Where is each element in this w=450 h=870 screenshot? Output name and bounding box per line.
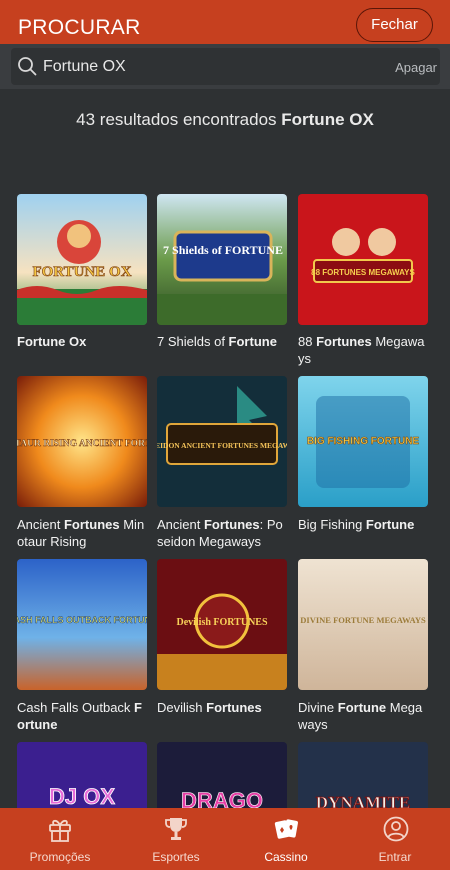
game-tile-big-fishing[interactable]: BIG FISHING FORTUNE bbox=[298, 376, 428, 507]
game-name-part: 88 bbox=[298, 334, 317, 349]
nav-item-entrar[interactable]: Entrar bbox=[350, 808, 440, 870]
game-name-7-shields[interactable]: 7 Shields of Fortune bbox=[157, 333, 289, 350]
game-name-part: Ancient bbox=[157, 517, 204, 532]
game-art-divine: DIVINE FORTUNE MEGAWAYS bbox=[298, 559, 428, 690]
game-art-88-fortunes: 88 FORTUNES MEGAWAYS bbox=[298, 194, 428, 325]
game-name-cash-falls[interactable]: Cash Falls Outback Fortune bbox=[17, 699, 149, 733]
game-name-match: Fortune bbox=[337, 700, 387, 715]
game-art-text: MINOTAUR RISING ANCIENT FORTUNES bbox=[17, 439, 147, 449]
game-name-part: Devilish bbox=[157, 700, 207, 715]
game-art-text: FORTUNE OX bbox=[32, 264, 131, 280]
trophy-icon bbox=[165, 818, 187, 840]
game-art-text: DJ OX bbox=[49, 784, 115, 809]
gift-icon bbox=[49, 819, 71, 842]
nav-item-promocoes[interactable]: Promoções bbox=[15, 808, 105, 870]
game-tile-poseidon[interactable]: POSEIDON ANCIENT FORTUNES MEGAWAYS bbox=[157, 376, 287, 507]
game-tile-7-shields[interactable]: 7 Shields of FORTUNE bbox=[157, 194, 287, 325]
nav-label: Promoções bbox=[29, 850, 91, 864]
game-art-devilish: Devilish FORTUNES bbox=[157, 559, 287, 690]
game-name-match: Fortune bbox=[228, 334, 277, 349]
game-art-big-fishing: BIG FISHING FORTUNE bbox=[298, 376, 428, 507]
game-tile-divine-fortune[interactable]: DIVINE FORTUNE MEGAWAYS bbox=[298, 559, 428, 690]
game-grid: FORTUNE OX 7 Shields of FORTUNE 88 FORTU… bbox=[0, 0, 450, 870]
game-name-match: Fortune bbox=[365, 517, 415, 532]
bottom-nav: Promoções Esportes Cassino Entrar bbox=[0, 808, 450, 870]
game-art-poseidon: POSEIDON ANCIENT FORTUNES MEGAWAYS bbox=[157, 376, 287, 507]
cards-icon bbox=[274, 819, 298, 839]
game-name-divine-fortune[interactable]: Divine Fortune Megaways bbox=[298, 699, 430, 733]
game-art-7-shields: 7 Shields of FORTUNE bbox=[157, 194, 287, 325]
game-art-text: 88 FORTUNES MEGAWAYS bbox=[311, 268, 415, 277]
game-art-text: CASH FALLS OUTBACK FORTUNE bbox=[17, 615, 147, 625]
game-name-minotaur-rising[interactable]: Ancient Fortunes Minotaur Rising bbox=[17, 516, 149, 550]
game-name-devilish-fortunes[interactable]: Devilish Fortunes bbox=[157, 699, 289, 716]
nav-label: Entrar bbox=[378, 850, 412, 864]
game-tile-cash-falls[interactable]: CASH FALLS OUTBACK FORTUNE bbox=[17, 559, 147, 690]
game-name-match: Fortune bbox=[17, 334, 66, 349]
game-name-part: 7 Shields of bbox=[157, 334, 229, 349]
game-art-fortune-ox: FORTUNE OX bbox=[17, 194, 147, 325]
game-art-text: BIG FISHING FORTUNE bbox=[307, 436, 420, 447]
game-tile-minotaur-rising[interactable]: MINOTAUR RISING ANCIENT FORTUNES bbox=[17, 376, 147, 507]
user-icon bbox=[383, 816, 409, 842]
game-name-part: Ancient bbox=[17, 517, 64, 532]
nav-item-cassino[interactable]: Cassino bbox=[241, 808, 331, 870]
game-name-part: Divine bbox=[298, 700, 338, 715]
game-name-88-fortunes[interactable]: 88 Fortunes Megaways bbox=[298, 333, 430, 367]
game-name-fortune-ox[interactable]: Fortune Ox bbox=[17, 333, 149, 350]
game-art-text: POSEIDON ANCIENT FORTUNES MEGAWAYS bbox=[157, 441, 287, 450]
game-art-minotaur: MINOTAUR RISING ANCIENT FORTUNES bbox=[17, 376, 147, 507]
game-tile-devilish-fortunes[interactable]: Devilish FORTUNES bbox=[157, 559, 287, 690]
game-art-text: Devilish FORTUNES bbox=[176, 617, 267, 628]
game-art-text: DIVINE FORTUNE MEGAWAYS bbox=[300, 615, 426, 625]
game-name-part: Cash Falls Outback bbox=[17, 700, 135, 715]
game-name-big-fishing[interactable]: Big Fishing Fortune bbox=[298, 516, 430, 533]
game-art-cash-falls: CASH FALLS OUTBACK FORTUNE bbox=[17, 559, 147, 690]
nav-label: Esportes bbox=[152, 850, 200, 864]
game-name-match: Fortunes bbox=[203, 517, 260, 532]
game-name-match: Fortunes bbox=[316, 334, 372, 349]
game-tile-88-fortunes[interactable]: 88 FORTUNES MEGAWAYS bbox=[298, 194, 428, 325]
nav-label: Cassino bbox=[264, 850, 308, 864]
game-tile-fortune-ox[interactable]: FORTUNE OX bbox=[17, 194, 147, 325]
game-name-match: Ox bbox=[69, 334, 87, 349]
game-name-match: Fortunes bbox=[63, 517, 120, 532]
game-name-part: Big Fishing bbox=[298, 517, 366, 532]
nav-item-esportes[interactable]: Esportes bbox=[131, 808, 221, 870]
game-name-match: Fortunes bbox=[206, 700, 262, 715]
game-name-poseidon[interactable]: Ancient Fortunes: Poseidon Megaways bbox=[157, 516, 289, 550]
game-art-text: 7 Shields of FORTUNE bbox=[163, 243, 283, 257]
